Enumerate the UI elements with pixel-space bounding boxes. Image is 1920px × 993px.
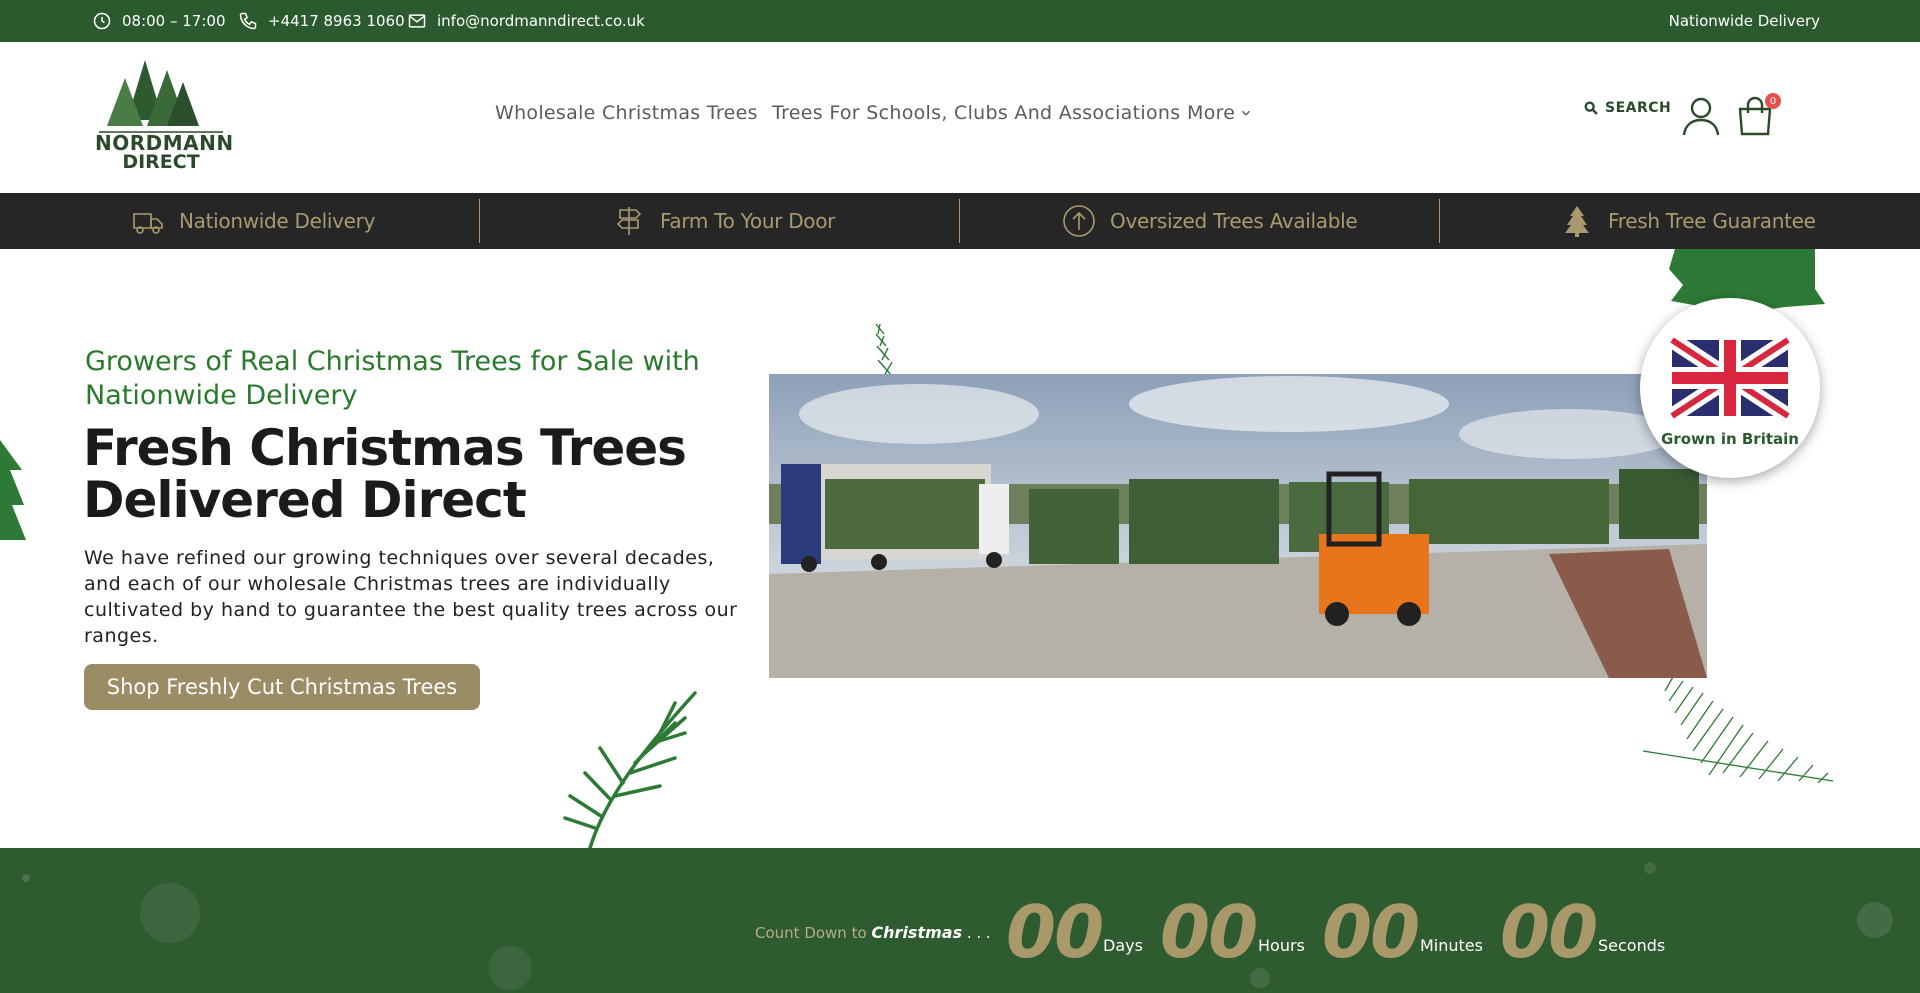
- feature-oversized: Oversized Trees Available: [1062, 193, 1358, 249]
- cart-count-badge: 0: [1765, 93, 1781, 109]
- feature-label: Oversized Trees Available: [1110, 209, 1358, 233]
- union-jack-icon: [1667, 333, 1793, 423]
- countdown-minutes: 00: [1322, 890, 1420, 974]
- feature-farm: Farm To Your Door: [612, 193, 835, 249]
- decorative-branch: [563, 691, 697, 848]
- feature-divider: [1439, 199, 1440, 243]
- top-bar: 08:00 – 17:00 +4417 8963 1060 info@nordm…: [0, 0, 1920, 42]
- nav-schools[interactable]: Trees For Schools, Clubs And Association…: [772, 102, 1180, 124]
- chevron-down-icon: [1242, 110, 1251, 116]
- countdown-banner: Count Down to Christmas . . . 00 Days 00…: [0, 848, 1920, 993]
- logo-line2: DIRECT: [122, 151, 200, 173]
- hero-subtitle: Growers of Real Christmas Trees for Sale…: [85, 346, 700, 411]
- email-text: info@nordmanndirect.co.uk: [437, 12, 645, 30]
- countdown-label: Count Down to Christmas . . .: [755, 923, 991, 942]
- nav-more[interactable]: More: [1187, 102, 1253, 124]
- countdown-seconds: 00: [1500, 890, 1598, 974]
- grown-in-britain-badge: Grown in Britain: [1640, 298, 1820, 478]
- countdown-seconds-label: Seconds: [1598, 936, 1666, 955]
- countdown-bokeh-background: [22, 862, 1893, 990]
- countdown-days: 00: [1006, 890, 1104, 974]
- hero-title: Fresh Christmas Trees Delivered Direct: [83, 419, 687, 529]
- nav-wholesale[interactable]: Wholesale Christmas Trees: [495, 102, 758, 124]
- feature-label: Nationwide Delivery: [179, 209, 376, 233]
- opening-hours: 08:00 – 17:00: [92, 0, 226, 42]
- features-bar: Nationwide Delivery Farm To Your Door Ov…: [0, 193, 1920, 249]
- countdown-label-em: Christmas: [871, 923, 963, 942]
- clock-icon: [93, 12, 111, 30]
- site-header: NORDMANN DIRECT Wholesale Christmas Tree…: [0, 42, 1920, 193]
- hero-photo: [769, 374, 1707, 678]
- countdown-days-label: Days: [1103, 936, 1143, 955]
- feature-divider: [959, 199, 960, 243]
- site-logo[interactable]: NORDMANN DIRECT: [95, 60, 233, 176]
- decorative-tree-left: [0, 440, 26, 540]
- user-account-icon[interactable]: [1682, 96, 1720, 136]
- shop-trees-button[interactable]: Shop Freshly Cut Christmas Trees: [84, 664, 480, 710]
- hours-text: 08:00 – 17:00: [122, 12, 226, 30]
- countdown-minutes-label: Minutes: [1420, 936, 1483, 955]
- feature-divider: [479, 199, 480, 243]
- countdown-label-suffix: . . .: [962, 924, 991, 942]
- email-link[interactable]: info@nordmanndirect.co.uk: [407, 0, 645, 42]
- logo-text: NORDMANN DIRECT: [95, 133, 233, 173]
- badge-label: Grown in Britain: [1661, 430, 1799, 448]
- topbar-delivery-text: Nationwide Delivery: [1668, 12, 1820, 30]
- search-button[interactable]: SEARCH: [1583, 100, 1671, 116]
- signpost-icon: [616, 207, 642, 235]
- search-icon: [1584, 101, 1598, 115]
- search-label: SEARCH: [1605, 100, 1672, 116]
- feature-label: Farm To Your Door: [660, 209, 836, 233]
- arrow-up-circle-icon: [1063, 205, 1095, 237]
- feature-label: Fresh Tree Guarantee: [1608, 209, 1816, 233]
- tree-logo-icon: [99, 60, 223, 133]
- feature-delivery: Nationwide Delivery: [131, 193, 375, 249]
- nav-more-label: More: [1187, 102, 1236, 124]
- countdown-hours-label: Hours: [1258, 936, 1305, 955]
- mail-icon: [408, 14, 426, 28]
- phone-text: +4417 8963 1060: [268, 12, 405, 30]
- truck-icon: [133, 213, 163, 234]
- countdown-hours: 00: [1160, 890, 1258, 974]
- pine-tree-icon: [1565, 206, 1589, 237]
- hero-description: We have refined our growing techniques o…: [84, 547, 738, 647]
- countdown-label-prefix: Count Down to: [755, 924, 872, 942]
- phone-icon: [239, 12, 257, 30]
- hero-photo-scene: [769, 374, 1707, 678]
- decorative-tree-bottom-right: [1642, 676, 1834, 783]
- phone-link[interactable]: +4417 8963 1060: [238, 0, 405, 42]
- feature-guarantee: Fresh Tree Guarantee: [1560, 193, 1816, 249]
